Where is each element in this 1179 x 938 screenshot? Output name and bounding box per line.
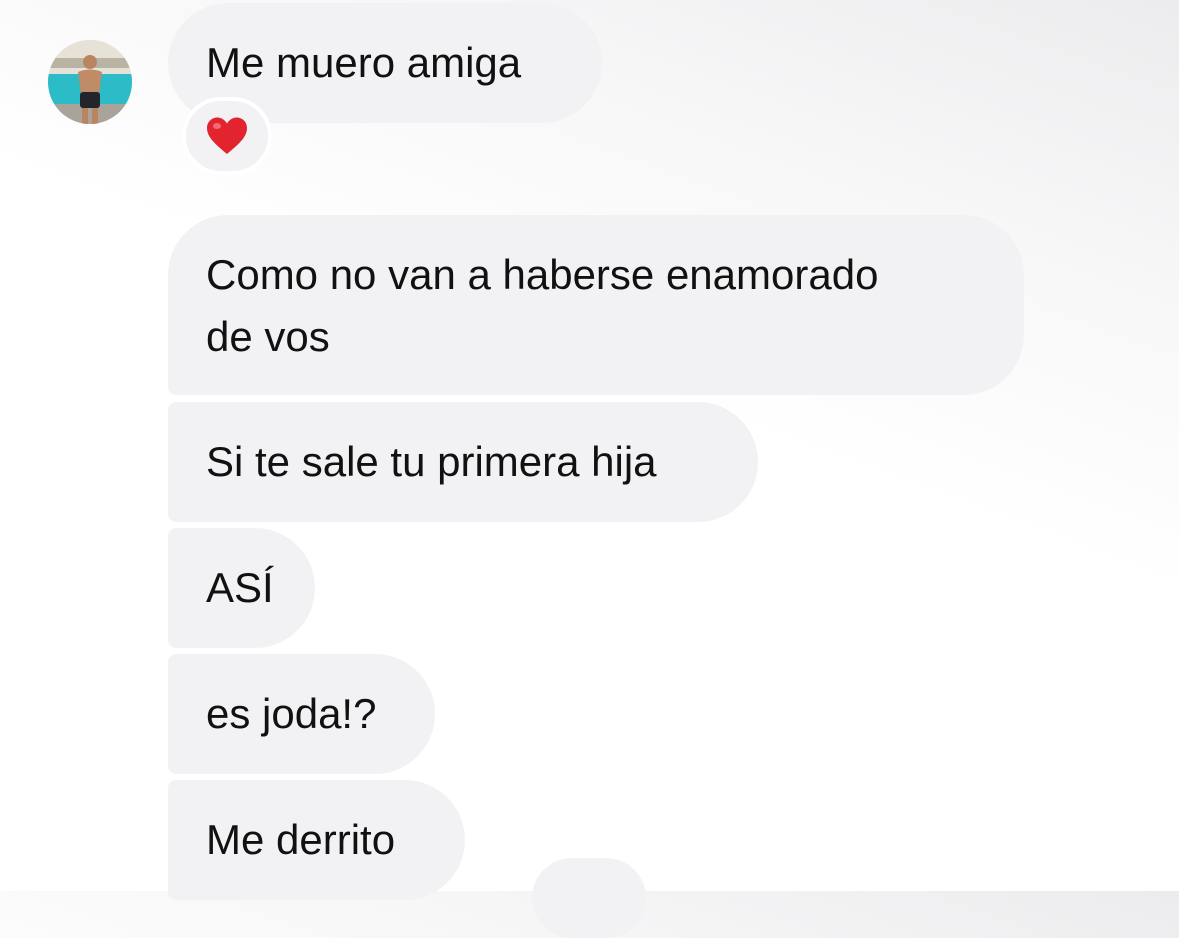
message-text: Si te sale tu primera hija [206, 438, 657, 485]
message-text: Me muero amiga [206, 39, 522, 86]
message-bubble[interactable]: Como no van a haberse enamorado de vos [168, 215, 1024, 395]
message-bubble[interactable]: Si te sale tu primera hija [168, 402, 758, 522]
typing-indicator [532, 858, 646, 938]
contact-avatar[interactable] [48, 40, 132, 124]
message-bubble[interactable]: es joda!? [168, 654, 435, 774]
message-reaction[interactable] [182, 97, 272, 175]
message-text: ASÍ [206, 564, 274, 611]
avatar-photo [48, 40, 132, 124]
message-text: Me derrito [206, 816, 396, 863]
message-text: es joda!? [206, 690, 377, 737]
message-text: Como no van a haberse enamorado [206, 251, 879, 298]
heart-icon [207, 117, 247, 154]
message-bubble[interactable]: Me derrito [168, 780, 465, 900]
message-bubble[interactable]: ASÍ [168, 528, 315, 648]
message-text: de vos [206, 313, 330, 360]
